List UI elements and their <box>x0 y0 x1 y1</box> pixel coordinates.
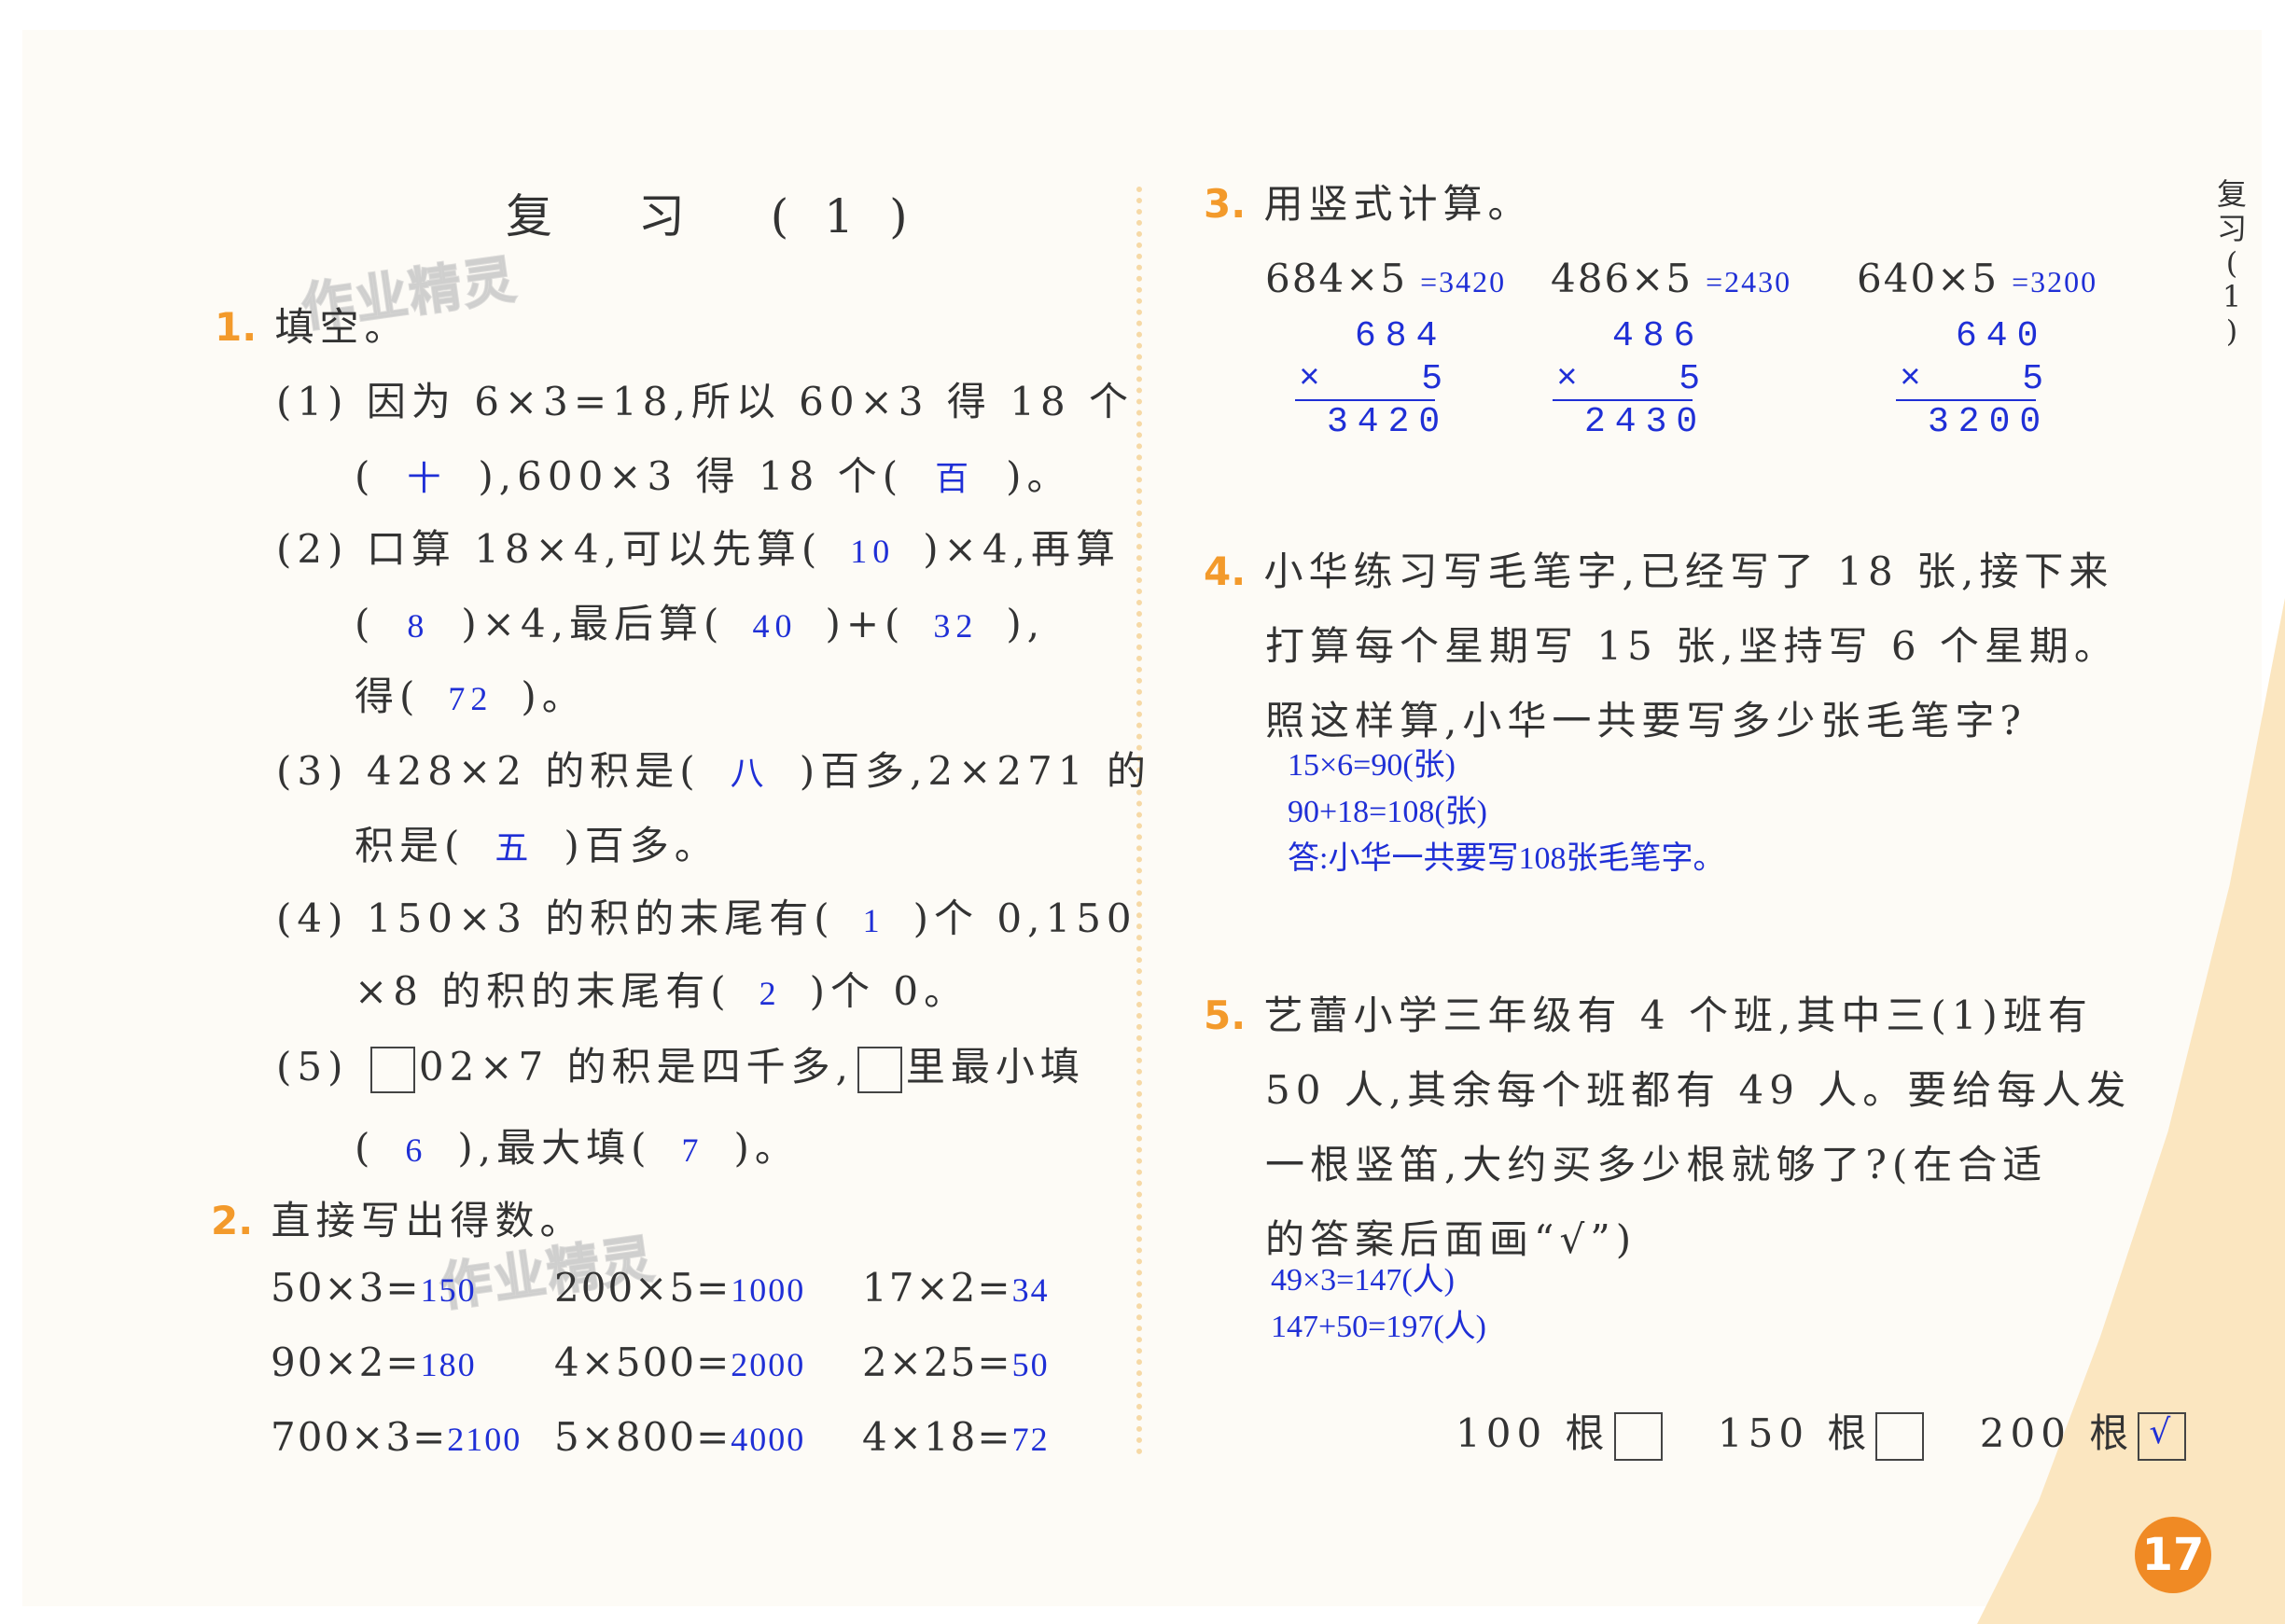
q3-heading: 3. 用竖式计算。 <box>1204 181 1533 227</box>
answer: 十 <box>407 460 447 497</box>
answer: 32 <box>933 607 979 645</box>
q3-expression: 684×5 =3420 <box>1265 256 1507 301</box>
side-label: 复 习 ( 1 ) <box>2216 176 2247 350</box>
check-mark-icon: √ <box>2149 1413 2177 1451</box>
q2-number: 2. <box>211 1198 254 1243</box>
q1-number: 1. <box>215 304 258 350</box>
q1-part4-line2: ×8 的积的末尾有(2)个 0。 <box>355 968 969 1014</box>
q1-part1-line1: (1) 因为 6×3=18,所以 60×3 得 18 个 <box>276 379 1135 424</box>
vertical-rule <box>1553 399 1693 401</box>
q2-item: 90×2=180 <box>271 1339 477 1385</box>
answer: 150 <box>420 1271 477 1309</box>
answer: 6 <box>405 1131 428 1169</box>
answer: =3200 <box>2012 265 2098 298</box>
q1-part2-line1: (2) 口算 18×4,可以先算(10)×4,再算 <box>276 526 1121 572</box>
vertical-rule <box>1896 399 2036 401</box>
answer: 4000 <box>731 1421 806 1458</box>
q5-answer-1: 49×3=147(人) <box>1271 1263 1455 1298</box>
vertical-result: 3200 <box>1928 402 2051 442</box>
vertical-rule <box>1295 399 1435 401</box>
q2-item: 5×800=4000 <box>554 1414 806 1460</box>
vertical-multiplier: × 5 <box>1299 359 1453 399</box>
answer: =2430 <box>1706 265 1792 298</box>
q4-answer-2: 90+18=108(张) <box>1288 795 1487 829</box>
answer: 7 <box>681 1131 704 1169</box>
q3-number: 3. <box>1204 181 1247 227</box>
vertical-top: 486 <box>1612 316 1705 356</box>
vertical-result: 3420 <box>1327 402 1450 442</box>
answer: 2000 <box>731 1346 806 1383</box>
q1-heading: 1. 填空。 <box>215 304 410 350</box>
answer: =3420 <box>1420 265 1507 298</box>
vertical-result: 2430 <box>1584 402 1707 442</box>
option-checkbox[interactable] <box>1875 1412 1925 1461</box>
answer: 八 <box>730 755 770 792</box>
blank-box[interactable] <box>857 1047 902 1093</box>
q5-number: 5. <box>1204 992 1247 1038</box>
answer: 72 <box>1011 1421 1050 1458</box>
q5-line3: 一根竖笛,大约买多少根就够了?(在合适 <box>1265 1142 2048 1187</box>
q2-heading: 2. 直接写出得数。 <box>211 1198 585 1243</box>
q1-part3-line1: (3) 428×2 的积是(八)百多,2×271 的 <box>276 748 1151 794</box>
q2-item: 17×2=34 <box>862 1265 1050 1311</box>
q4-answer-3: 答:小华一共要写108张毛笔字。 <box>1288 841 1725 876</box>
vertical-multiplier: × 5 <box>1556 359 1710 399</box>
q1-part4-line1: (4) 150×3 的积的末尾有(1)个 0,150 <box>276 895 1137 941</box>
page-number: 17 <box>2135 1517 2211 1593</box>
answer: 8 <box>407 607 430 645</box>
q1-part5-line2: (6),最大填(7)。 <box>355 1125 800 1171</box>
q2-item: 4×500=2000 <box>554 1339 806 1385</box>
answer: 百 <box>935 460 975 497</box>
q5-answer-2: 147+50=197(人) <box>1271 1310 1486 1344</box>
q4-line1: 4. 小华练习写毛笔字,已经写了 18 张,接下来 <box>1204 548 2114 594</box>
answer: 180 <box>420 1346 477 1383</box>
vertical-top: 684 <box>1355 316 1447 356</box>
q5-line2: 50 人,其余每个班都有 49 人。要给每人发 <box>1265 1067 2132 1113</box>
q2-item: 4×18=72 <box>862 1414 1050 1460</box>
answer: 34 <box>1011 1271 1050 1309</box>
column-divider <box>1136 187 1142 1455</box>
q3-expression: 640×5 =3200 <box>1857 256 2098 301</box>
option-checkbox[interactable] <box>1613 1412 1663 1461</box>
page-title: 复 习 (1) <box>506 189 943 243</box>
answer: 40 <box>752 607 798 645</box>
q5-options: 100 根 150 根 200 根 √ <box>1456 1412 2187 1461</box>
q4-answer-1: 15×6=90(张) <box>1288 748 1456 783</box>
q2-item: 700×3=2100 <box>271 1414 522 1460</box>
answer: 2 <box>759 975 782 1012</box>
q5-line1: 5. 艺蕾小学三年级有 4 个班,其中三(1)班有 <box>1204 992 2093 1038</box>
q1-part1-line2: (十),600×3 得 18 个(百)。 <box>355 453 1072 499</box>
answer: 五 <box>495 829 535 867</box>
answer: 10 <box>850 533 896 570</box>
q1-part2-line2: (8)×4,最后算(40)+(32), <box>355 601 1046 646</box>
q1-part2-line3: 得(72)。 <box>355 673 587 719</box>
q4-number: 4. <box>1204 548 1247 594</box>
vertical-top: 640 <box>1956 316 2048 356</box>
answer: 1000 <box>731 1271 806 1309</box>
q1-part5-line1: (5) 02×7 的积是四千多, 里最小填 <box>276 1047 1085 1093</box>
answer: 1 <box>862 902 885 939</box>
q3-expression: 486×5 =2430 <box>1551 256 1792 301</box>
q2-item: 200×5=1000 <box>554 1265 806 1311</box>
answer: 2100 <box>447 1421 522 1458</box>
answer: 50 <box>1011 1346 1050 1383</box>
q2-item: 2×25=50 <box>862 1339 1050 1385</box>
blank-box[interactable] <box>369 1047 415 1093</box>
answer: 72 <box>448 680 494 717</box>
q1-part3-line2: 积是(五)百多。 <box>355 823 719 868</box>
q5-line4: 的答案后面画“√”) <box>1265 1216 1637 1262</box>
option-checkbox[interactable]: √ <box>2138 1412 2187 1461</box>
vertical-multiplier: × 5 <box>1900 359 2054 399</box>
q4-line3: 照这样算,小华一共要写多少张毛笔字? <box>1265 698 2027 743</box>
q2-item: 50×3=150 <box>271 1265 477 1311</box>
q4-line2: 打算每个星期写 15 张,坚持写 6 个星期。 <box>1265 623 2119 669</box>
